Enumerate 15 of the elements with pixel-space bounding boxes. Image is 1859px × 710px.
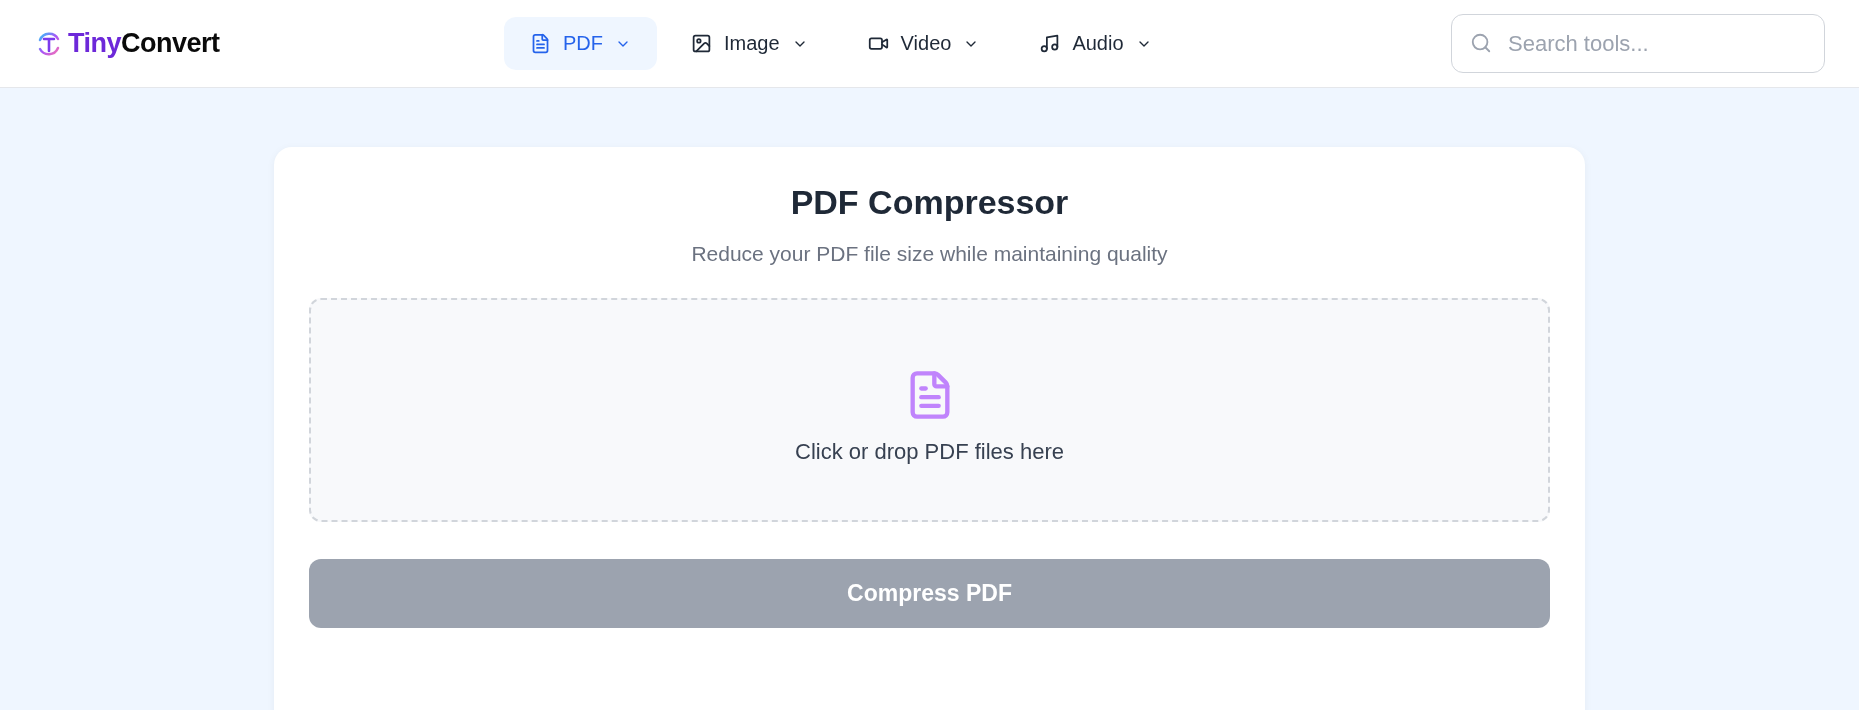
tool-subtitle: Reduce your PDF file size while maintaining quality	[691, 242, 1168, 266]
search-icon	[1470, 32, 1492, 54]
file-dropzone[interactable]: Click or drop PDF files here	[309, 298, 1550, 522]
document-icon	[530, 33, 551, 54]
dropzone-text: Click or drop PDF files here	[795, 439, 1064, 465]
search-field[interactable]: Search tools...	[1451, 14, 1825, 73]
nav-tab[interactable]: Audio	[1013, 17, 1178, 70]
image-icon	[691, 33, 712, 54]
nav-tab[interactable]: PDF	[504, 17, 657, 70]
nav-tab[interactable]: Video	[841, 17, 1006, 70]
tool-title: PDF Compressor	[790, 183, 1069, 222]
logo-icon	[36, 30, 62, 57]
music-note-icon	[1039, 33, 1061, 54]
nav-tab[interactable]: Image	[665, 17, 834, 70]
logo-text[interactable]: TinyConvert	[68, 28, 220, 59]
